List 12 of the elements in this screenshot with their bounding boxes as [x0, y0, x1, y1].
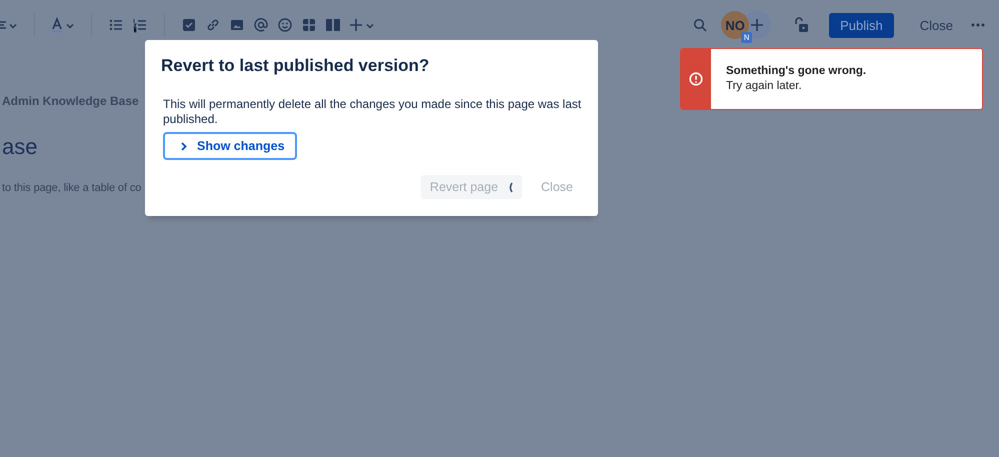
close-button[interactable]: Close — [910, 18, 963, 32]
toast-message: Try again later. — [726, 80, 803, 92]
toast-title: Something's gone wrong. — [726, 65, 866, 77]
breadcrumb[interactable]: Admin Knowledge Base — [2, 94, 139, 108]
show-changes-button[interactable]: Show changes — [163, 132, 297, 160]
placeholder-text: to this page, like a table of co — [2, 182, 142, 194]
publish-button[interactable]: Publish — [829, 12, 894, 38]
avatar-initials: NO — [725, 18, 745, 32]
dialog-message: This will permanently delete all the changes you made since this page was last published. — [163, 97, 582, 127]
avatar-badge: N — [741, 32, 752, 43]
page-title: ase — [2, 134, 38, 160]
dialog-title: Revert to last published version? — [161, 56, 430, 76]
